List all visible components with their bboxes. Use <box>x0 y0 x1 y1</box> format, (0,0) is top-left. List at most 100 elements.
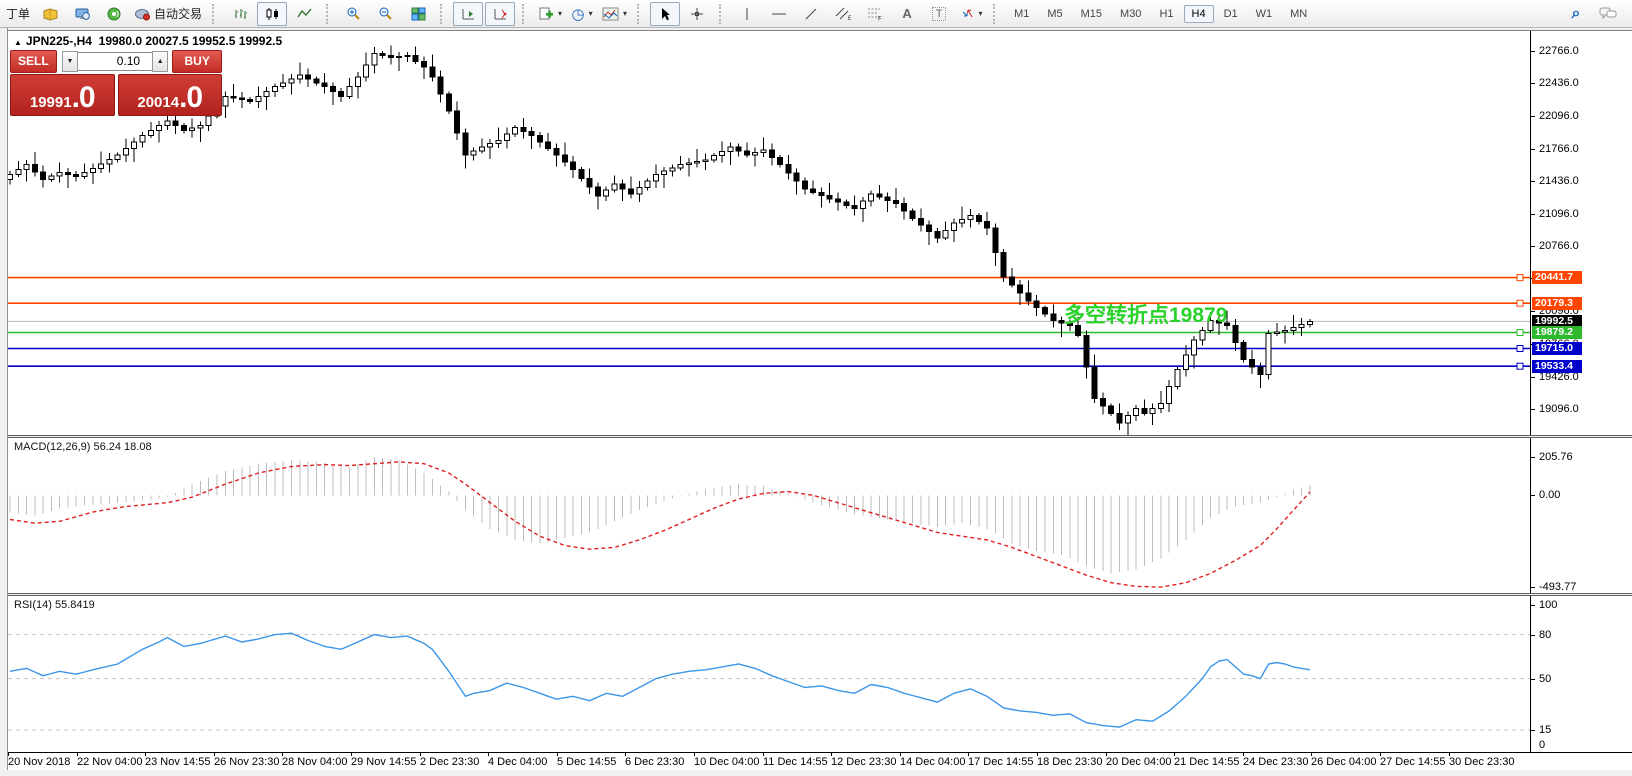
time-axis-label: 26 Nov 23:30 <box>214 756 280 768</box>
toolbar-grip[interactable] <box>326 3 334 24</box>
bar-chart-type-icon[interactable] <box>225 2 255 26</box>
price-tick-label: 22096.0 <box>1539 110 1579 122</box>
timeframe-button-D1[interactable]: D1 <box>1216 5 1246 23</box>
timeframe-button-W1[interactable]: W1 <box>1248 5 1281 23</box>
chart-title: ▲ JPN225-,H4 19980.0 20027.5 19952.5 1999… <box>14 34 282 48</box>
axis-tick-mark <box>1531 377 1535 378</box>
cursor-tool-icon[interactable] <box>650 1 681 26</box>
timeframe-button-M30[interactable]: M30 <box>1112 5 1149 23</box>
timeframe-button-MN[interactable]: MN <box>1282 5 1315 23</box>
arrows-tool-button[interactable]: ▾ <box>956 2 986 26</box>
timeframe-button-M15[interactable]: M15 <box>1073 5 1110 23</box>
trendline-tool-icon[interactable] <box>796 2 826 26</box>
rsi-pane[interactable]: RSI(14) 55.8419 100 80 50 15 0 <box>8 596 1632 752</box>
toolbar: 丁单 自动交易 ▾ ◷ ▾ ▾ E F A T ▾ M1 M5 M15 M30 … <box>0 0 1632 28</box>
buy-button[interactable]: BUY <box>172 49 223 73</box>
sell-price-main: 19991 <box>29 94 72 111</box>
toolbar-grip[interactable] <box>719 3 727 24</box>
axis-tick-mark <box>1531 51 1535 52</box>
toolbar-grip[interactable] <box>637 3 645 24</box>
timeframe-button-M5[interactable]: M5 <box>1039 5 1070 23</box>
search-icon[interactable]: ⌕ <box>1561 2 1591 26</box>
rsi-canvas[interactable] <box>8 596 1530 752</box>
clock-icon: ◷ <box>571 5 585 23</box>
axis-tick-mark <box>1531 587 1535 588</box>
chat-icon[interactable] <box>1593 2 1623 26</box>
timeframes-menu-button[interactable]: ◷ ▾ <box>567 2 597 26</box>
buy-price-main: 20014 <box>137 94 180 111</box>
axis-tick-mark <box>1531 83 1535 84</box>
auto-trading-label: 自动交易 <box>154 7 203 21</box>
signals-icon[interactable] <box>99 2 129 26</box>
strategy-tester-icon[interactable] <box>67 2 97 26</box>
text-tool-icon[interactable]: A <box>892 2 922 26</box>
axis-tick-mark <box>1531 214 1535 215</box>
sell-button[interactable]: SELL <box>10 49 57 73</box>
hline-label: 19715.0 <box>1532 342 1582 355</box>
axis-tick-mark <box>1531 679 1535 680</box>
volume-input[interactable] <box>78 51 153 71</box>
indicators-icon <box>602 7 619 20</box>
price-pane[interactable]: ▲ JPN225-,H4 19980.0 20027.5 19952.5 1999… <box>8 30 1632 436</box>
macd-pane[interactable]: MACD(12,26,9) 56.24 18.08 205.76 0.00 -493… <box>8 438 1632 593</box>
new-order-button[interactable]: 丁单 <box>3 2 33 26</box>
axis-tick-mark <box>1531 246 1535 247</box>
time-axis-label: 27 Dec 14:55 <box>1380 756 1446 768</box>
svg-text:E: E <box>848 16 851 21</box>
horizontal-line-tool-icon[interactable] <box>764 2 794 26</box>
window-left-edge <box>0 28 8 776</box>
timeframe-button-H4[interactable]: H4 <box>1183 4 1214 23</box>
timeframe-button-M1[interactable]: M1 <box>1006 5 1037 23</box>
volume-down-button[interactable]: ▼ <box>61 50 79 72</box>
window-menu-triangle-icon[interactable]: ▲ <box>14 38 22 47</box>
toolbar-grip[interactable] <box>440 3 448 24</box>
axis-tick-mark <box>1531 457 1535 458</box>
axis-tick-mark <box>1531 311 1535 312</box>
price-tick-label: 21766.0 <box>1539 143 1579 155</box>
equidistant-channel-tool-icon[interactable]: E <box>828 2 858 26</box>
rsi-tick-label: 15 <box>1539 724 1552 736</box>
toolbar-grip[interactable] <box>993 3 1001 24</box>
auto-scroll-icon[interactable] <box>453 1 484 26</box>
vertical-line-tool-icon[interactable] <box>732 2 762 26</box>
indicators-menu-button[interactable]: ▾ <box>599 2 630 26</box>
rsi-tick-label: 100 <box>1539 599 1558 611</box>
price-chart-canvas[interactable] <box>8 31 1530 436</box>
market-watch-icon[interactable] <box>35 2 65 26</box>
text-label-tool-icon[interactable]: T <box>924 2 954 26</box>
dropdown-arrow-icon: ▾ <box>558 9 563 18</box>
toolbar-grip[interactable] <box>212 3 220 24</box>
zoom-out-icon[interactable] <box>371 2 401 26</box>
dropdown-arrow-icon: ▾ <box>978 9 983 18</box>
time-axis-label: 11 Dec 14:55 <box>763 756 828 768</box>
sell-price-box[interactable]: 19991.0 <box>10 74 115 116</box>
zoom-in-icon[interactable] <box>339 2 369 26</box>
volume-up-button[interactable]: ▲ <box>152 50 169 72</box>
rsi-tick-label: 0 <box>1539 739 1546 751</box>
price-axis: 22766.0 22436.0 22096.0 21766.0 21436.0 21096… <box>1530 31 1632 436</box>
fibonacci-tool-icon[interactable]: F <box>860 2 890 26</box>
new-chart-button[interactable]: ▾ <box>535 2 565 26</box>
line-chart-type-icon[interactable] <box>289 2 319 26</box>
toolbar-grip[interactable] <box>522 3 530 24</box>
price-tick-label: 21436.0 <box>1539 175 1579 187</box>
price-tick-label: 21096.0 <box>1539 208 1579 220</box>
time-axis-label: 17 Dec 14:55 <box>968 756 1034 768</box>
crosshair-tool-icon[interactable] <box>682 2 712 26</box>
auto-trading-button[interactable]: 自动交易 <box>131 2 205 26</box>
timeframe-button-H1[interactable]: H1 <box>1151 5 1181 23</box>
buy-price-box[interactable]: 20014.0 <box>117 74 222 116</box>
time-axis-label: 18 Dec 23:30 <box>1037 756 1103 768</box>
time-axis-label: 26 Dec 04:00 <box>1311 756 1377 768</box>
axis-tick-mark <box>1531 730 1535 731</box>
price-tick-label: 20766.0 <box>1539 240 1579 252</box>
candlestick-chart-type-icon[interactable] <box>257 1 288 26</box>
price-tick-label: 19096.0 <box>1539 403 1579 415</box>
tile-windows-icon[interactable] <box>403 2 433 26</box>
time-axis-label: 23 Nov 14:55 <box>145 756 211 768</box>
macd-canvas[interactable] <box>8 438 1530 593</box>
time-axis-label: 12 Dec 23:30 <box>831 756 897 768</box>
chart-shift-icon[interactable] <box>485 1 516 26</box>
ohlc-values: 19980.0 20027.5 19952.5 19992.5 <box>98 34 283 48</box>
macd-axis: 205.76 0.00 -493.77 <box>1530 438 1632 593</box>
